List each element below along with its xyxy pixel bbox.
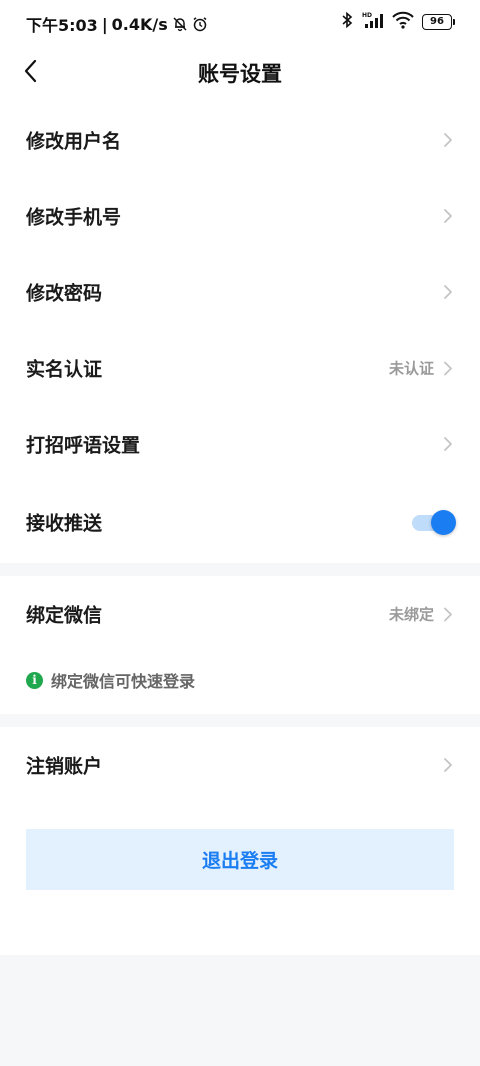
settings-row-push: 接收推送 — [0, 484, 480, 560]
battery-icon: 96 — [422, 14, 455, 30]
toggle-thumb — [431, 510, 456, 535]
settings-row-cancel-account[interactable]: 注销账户 — [0, 727, 480, 803]
chevron-right-icon — [444, 607, 452, 621]
chevron-right-icon — [444, 285, 452, 299]
settings-row-realname[interactable]: 实名认证 未认证 — [0, 330, 480, 406]
bell-off-icon — [172, 16, 188, 32]
alarm-clock-icon — [192, 16, 208, 32]
row-label: 打招呼语设置 — [26, 434, 141, 457]
settings-row-greeting[interactable]: 打招呼语设置 — [0, 406, 480, 482]
row-label: 绑定微信 — [26, 604, 103, 627]
status-speed: 0.4K/s — [111, 14, 168, 34]
hint-text: 绑定微信可快速登录 — [51, 672, 196, 691]
row-label: 注销账户 — [26, 755, 103, 778]
realname-status: 未认证 — [388, 359, 434, 378]
nav-header: 账号设置 — [0, 44, 480, 102]
logout-button[interactable]: 退出登录 — [26, 829, 454, 890]
status-time: 下午5:03 — [26, 16, 98, 35]
wifi-icon — [392, 11, 414, 33]
info-icon: i — [26, 671, 43, 689]
wechat-status: 未绑定 — [388, 605, 434, 624]
account-settings-screen: 下午5:03 | 0.4K/s HD 96 账号设置 修改用户名 修改手机号 修… — [0, 0, 480, 1066]
status-separator: | — [101, 14, 108, 34]
row-label: 修改用户名 — [26, 130, 122, 153]
chevron-right-icon — [444, 758, 452, 772]
chevron-right-icon — [444, 209, 452, 223]
status-right: HD 96 — [340, 11, 455, 33]
chevron-right-icon — [444, 133, 452, 147]
status-left: 下午5:03 | 0.4K/s — [26, 12, 208, 36]
settings-row-password[interactable]: 修改密码 — [0, 254, 480, 330]
chevron-right-icon — [444, 437, 452, 451]
status-bar: 下午5:03 | 0.4K/s HD 96 — [0, 0, 480, 44]
page-title: 账号设置 — [198, 62, 282, 86]
cellular-signal-icon: HD — [362, 11, 384, 33]
push-toggle[interactable] — [412, 510, 456, 535]
network-label: HD — [362, 12, 372, 19]
row-label: 修改密码 — [26, 282, 103, 305]
chevron-right-icon — [444, 361, 452, 375]
settings-row-phone[interactable]: 修改手机号 — [0, 178, 480, 254]
row-label: 修改手机号 — [26, 206, 122, 229]
bluetooth-icon — [340, 11, 354, 33]
settings-row-wechat[interactable]: 绑定微信 未绑定 — [0, 576, 480, 652]
row-label: 接收推送 — [26, 512, 103, 535]
settings-section: 修改用户名 修改手机号 修改密码 实名认证 未认证 打招呼语设置 接收推送 — [0, 102, 480, 563]
settings-row-username[interactable]: 修改用户名 — [0, 102, 480, 178]
row-label: 实名认证 — [26, 358, 103, 381]
wechat-section: 绑定微信 未绑定 i 绑定微信可快速登录 — [0, 576, 480, 714]
wechat-hint: i 绑定微信可快速登录 — [26, 668, 195, 692]
